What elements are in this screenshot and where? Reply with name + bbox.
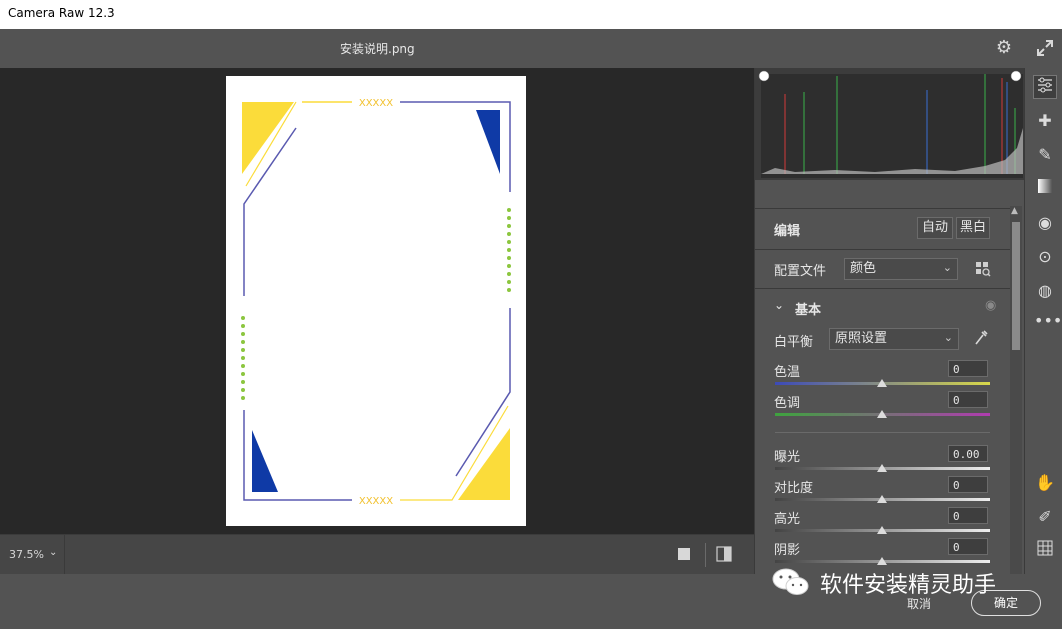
exposure-value[interactable]: 0.00 [948,445,988,462]
photo-preview: XXXXX XXXXX [226,76,526,526]
radial-filter-icon[interactable]: ◉ [1034,212,1056,234]
red-eye-icon[interactable]: ⊙ [1034,246,1056,268]
fullscreen-icon[interactable] [1035,38,1055,58]
auto-button[interactable]: 自动 [917,217,953,239]
document-filename: 安装说明.png [340,42,415,56]
edit-panel: 编辑 自动 黑白 配置文件 颜色 ⌄ ⌄ 基本 ◉ 白平衡 原照设置 ⌄ 色温 … [754,68,1025,574]
edit-title: 编辑 [774,224,801,239]
chevron-down-icon[interactable]: ⌄ [774,298,784,312]
white-balance-label: 白平衡 [774,335,814,350]
histogram [755,68,1025,180]
app-title: Camera Raw 12.3 [8,6,115,20]
temperature-value[interactable]: 0 [948,360,988,377]
exposure-label: 曝光 [774,450,801,465]
view-mode-icon[interactable] [678,548,690,560]
tool-strip: ✚ ✎ ◉ ⊙ ◍ ••• ✋ ✐ [1024,68,1062,574]
watermark: 软件安装精灵助手 [770,565,1040,599]
canvas-bottom-bar: 37.5% ⌄ [0,534,754,575]
photo-bottom-text: XXXXX [359,496,393,507]
brush-icon[interactable]: ✎ [1034,144,1056,166]
before-after-icon[interactable] [716,546,732,562]
white-balance-value: 原照设置 [835,331,888,346]
grid-icon[interactable] [1034,540,1056,562]
zoom-label: 37.5% [9,548,44,561]
photo-top-text: XXXXX [359,98,393,109]
presets-icon[interactable]: ◍ [1034,280,1056,302]
black-white-button[interactable]: 黑白 [956,217,990,239]
graduated-filter-icon[interactable] [1034,178,1056,200]
panel-scrollbar[interactable]: ▲ [1010,206,1022,574]
scrollbar-thumb[interactable] [1012,222,1020,350]
shadows-value[interactable]: 0 [948,538,988,555]
scroll-up-icon[interactable]: ▲ [1011,206,1018,216]
chevron-down-icon: ⌄ [942,261,952,274]
zoom-selector[interactable]: 37.5% ⌄ [0,535,65,575]
eye-icon[interactable]: ◉ [985,298,996,313]
divider [775,432,990,433]
photo-artwork: XXXXX XXXXX [241,98,511,507]
contrast-slider-thumb[interactable] [877,495,887,503]
watermark-text: 软件安装精灵助手 [820,573,997,598]
divider [705,543,706,567]
white-balance-dropdown[interactable]: 原照设置 ⌄ [829,328,959,350]
chevron-down-icon: ⌄ [49,547,58,558]
exposure-slider-thumb[interactable] [877,464,887,472]
edit-section-header: 编辑 自动 黑白 [755,208,1011,249]
basic-title: 基本 [795,303,822,318]
basic-section: ⌄ 基本 ◉ 白平衡 原照设置 ⌄ 色温 0 色调 0 曝光 0.00 对比度 … [755,288,1011,574]
temperature-label: 色温 [774,365,801,380]
gear-icon[interactable]: ⚙ [994,38,1014,58]
hand-icon[interactable]: ✋ [1034,472,1056,494]
color-sampler-icon[interactable]: ✐ [1034,506,1056,528]
tint-value[interactable]: 0 [948,391,988,408]
shadows-label: 阴影 [774,543,801,558]
window-titlebar: Camera Raw 12.3 [0,0,1062,29]
more-icon[interactable]: ••• [1034,310,1062,332]
highlights-label: 高光 [774,512,801,527]
shadows-slider-thumb[interactable] [877,557,887,565]
tint-slider-thumb[interactable] [877,410,887,418]
edit-sliders-icon[interactable] [1033,75,1057,99]
tint-label: 色调 [774,396,801,411]
profile-label: 配置文件 [774,264,827,279]
contrast-label: 对比度 [774,481,814,496]
chevron-down-icon: ⌄ [943,331,953,344]
contrast-value[interactable]: 0 [948,476,988,493]
highlights-slider-thumb[interactable] [877,526,887,534]
profile-value: 颜色 [850,261,877,276]
profile-browser-icon[interactable] [975,261,991,277]
profile-dropdown[interactable]: 颜色 ⌄ [844,258,958,280]
healing-bandage-icon[interactable]: ✚ [1034,110,1056,132]
temperature-slider-thumb[interactable] [877,379,887,387]
histogram-chart [758,70,1023,178]
wechat-icon [772,568,809,595]
eyedropper-icon[interactable] [973,329,989,347]
highlights-value[interactable]: 0 [948,507,988,524]
top-bar: 安装说明.png ⚙ [0,29,1062,68]
image-canvas[interactable]: XXXXX XXXXX [0,68,754,534]
profile-row: 配置文件 颜色 ⌄ [755,249,1011,288]
